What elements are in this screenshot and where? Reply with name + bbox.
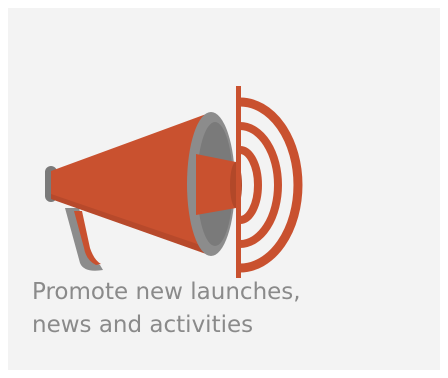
caption-line-2: news and activities xyxy=(32,312,254,338)
sound-waves xyxy=(239,97,303,273)
caption-line-1: Promote new launches, xyxy=(32,279,301,305)
megaphone-icon xyxy=(45,86,303,278)
megaphone-mouth xyxy=(196,154,236,215)
promo-caption: Promote new launches, news and activitie… xyxy=(32,276,432,342)
promo-card: Promote new launches, news and activitie… xyxy=(8,8,440,370)
